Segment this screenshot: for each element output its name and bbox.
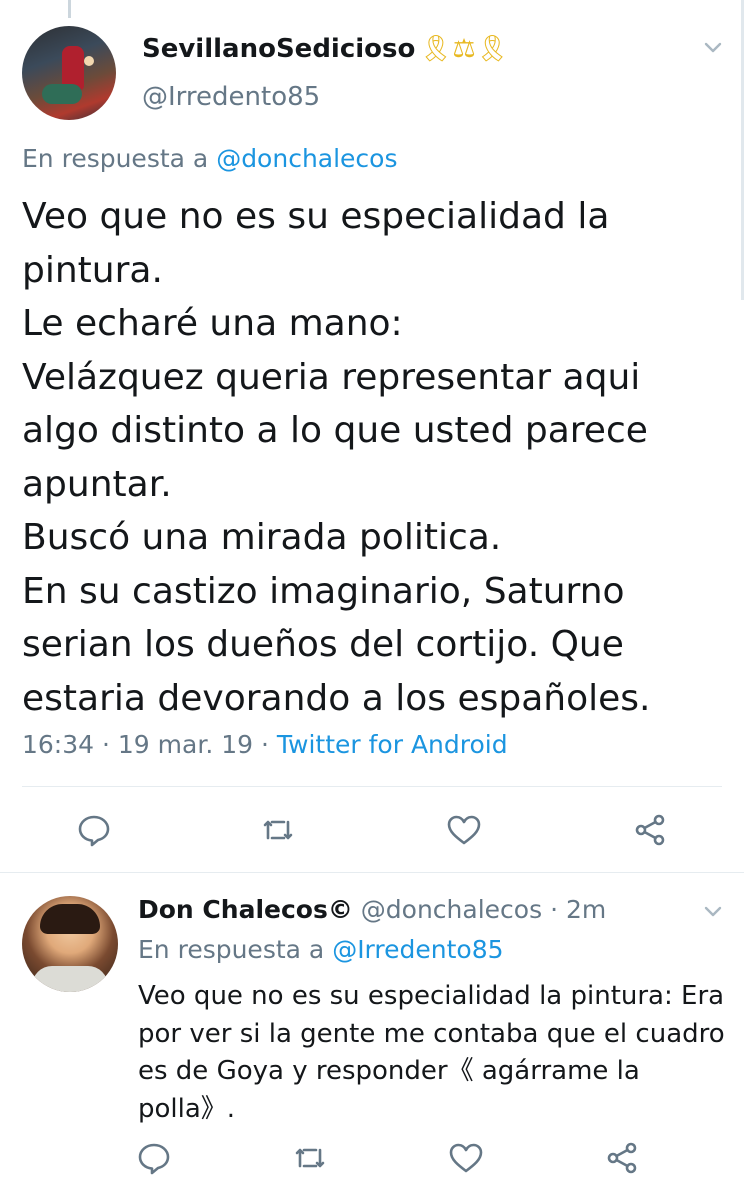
- tweet-metadata: 16:34 · 19 mar. 19 · Twitter for Android: [22, 730, 508, 759]
- meta-separator: ·: [550, 895, 559, 924]
- reply-context: En respuesta a @Irredento85: [138, 935, 504, 964]
- reply-mention-link[interactable]: @Irredento85: [332, 935, 503, 964]
- main-tweet: SevillanoSedicioso 🎗⚖🎗 @Irredento85 En re…: [0, 0, 744, 873]
- tweet-text-line: Velázquez queria representar aqui: [22, 356, 641, 398]
- reply-context-label: En respuesta a: [138, 935, 325, 964]
- tweet-date: 19 mar. 19: [117, 730, 254, 759]
- tweet-text: Veo que no es su especialidad la pintura…: [138, 978, 728, 1128]
- author-name[interactable]: SevillanoSedicioso 🎗⚖🎗: [142, 34, 509, 64]
- author-handle[interactable]: @Irredento85: [142, 82, 320, 112]
- avatar[interactable]: [22, 896, 118, 992]
- meta-separator: ·: [102, 730, 110, 759]
- tweet-time: 16:34: [22, 730, 95, 759]
- reply-mention-link[interactable]: @donchalecos: [216, 144, 397, 173]
- avatar-figure: [84, 56, 94, 66]
- tweet-text-line: por ver si la gente me contaba que el cu…: [138, 1018, 725, 1049]
- like-button[interactable]: [446, 812, 482, 848]
- share-icon: [635, 814, 665, 846]
- reply-context-label: En respuesta a: [22, 144, 209, 173]
- tweet-text-line: Veo que no es su especialidad la: [22, 196, 610, 237]
- heart-icon: [449, 1143, 483, 1173]
- like-button[interactable]: [448, 1140, 484, 1176]
- comment-icon: [138, 1143, 170, 1175]
- heart-icon: [447, 815, 481, 845]
- retweet-icon: [263, 820, 293, 840]
- meta-separator: ·: [260, 730, 269, 759]
- author-display-name: Don Chalecos©: [138, 895, 353, 924]
- tweet-text-line: pintura.: [22, 249, 163, 291]
- tweet-text-line: serian los dueños del cortijo. Que: [22, 624, 624, 665]
- tweet-source-link[interactable]: Twitter for Android: [277, 730, 508, 759]
- reply-button[interactable]: [76, 812, 112, 848]
- retweet-button[interactable]: [260, 812, 296, 848]
- share-button[interactable]: [604, 1140, 640, 1176]
- tweet-text-line: estaria devorando a los españoles.: [22, 677, 651, 719]
- tweet-text-line: Le echaré una mano:: [22, 303, 403, 344]
- tweet-text-line: Veo que no es su especialidad la pintura…: [138, 981, 725, 1011]
- avatar-hair: [40, 904, 100, 934]
- author-display-name: SevillanoSedicioso: [142, 34, 416, 64]
- tweet-text-line: es de Goya y responder《 agárrame la: [138, 1056, 640, 1086]
- divider: [22, 786, 722, 787]
- tweet-text-line: Buscó una mirada politica.: [22, 517, 502, 558]
- share-icon: [607, 1142, 637, 1174]
- avatar-shirt: [32, 966, 108, 992]
- tweet-text-line: algo distinto a lo que usted parece: [22, 410, 648, 451]
- name-emojis: 🎗⚖🎗: [419, 34, 509, 64]
- avatar[interactable]: [22, 26, 116, 120]
- reply-author-header[interactable]: Don Chalecos© @donchalecos · 2m: [138, 895, 606, 924]
- tweet-age: 2m: [565, 895, 607, 924]
- chevron-down-icon[interactable]: [704, 906, 722, 918]
- share-button[interactable]: [632, 812, 668, 848]
- retweet-button[interactable]: [292, 1140, 328, 1176]
- tweet-text-line: polla》.: [138, 1093, 236, 1124]
- retweet-icon: [295, 1148, 325, 1168]
- tweet-text-line: apuntar.: [22, 463, 172, 505]
- reply-context: En respuesta a @donchalecos: [22, 144, 398, 173]
- tweet-text-line: En su castizo imaginario, Saturno: [22, 570, 625, 612]
- avatar-figure: [42, 84, 82, 104]
- reply-button[interactable]: [136, 1140, 172, 1176]
- author-handle: @donchalecos: [360, 895, 543, 924]
- tweet-text: Veo que no es su especialidad la pintura…: [22, 190, 722, 725]
- comment-icon: [78, 815, 110, 847]
- chevron-down-icon[interactable]: [704, 42, 722, 54]
